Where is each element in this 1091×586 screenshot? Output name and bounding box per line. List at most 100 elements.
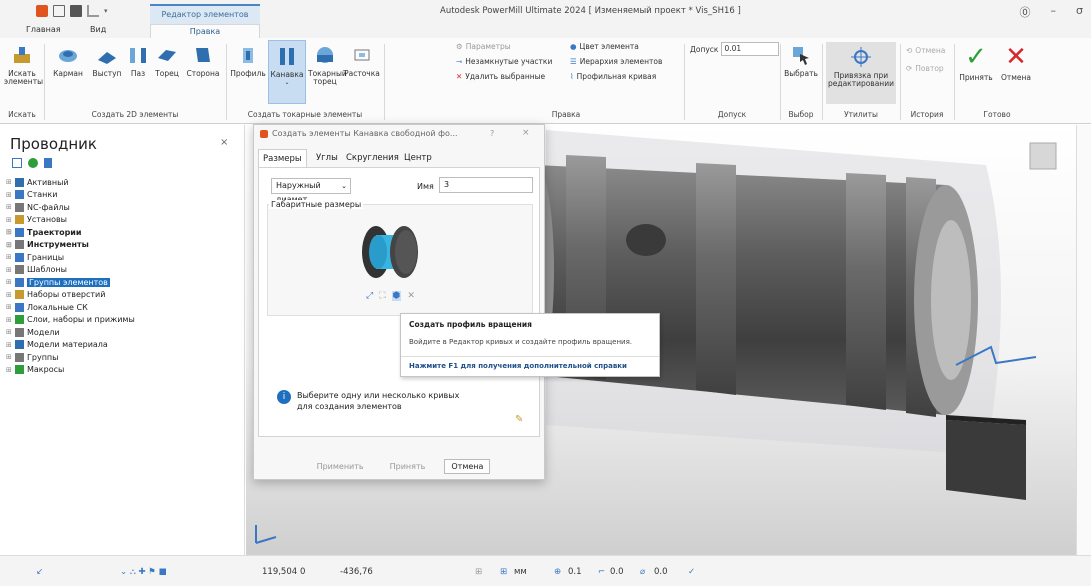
accept-button[interactable]: Принять bbox=[383, 459, 433, 474]
redo-button[interactable]: ⟳ Повтор bbox=[906, 64, 944, 73]
tab-angles[interactable]: Углы bbox=[312, 149, 342, 167]
expand-icon[interactable]: ⊞ bbox=[6, 191, 12, 199]
dialog-close-button[interactable]: × bbox=[522, 128, 530, 138]
dialog-help-button[interactable]: ? bbox=[490, 129, 494, 138]
minimize-button[interactable]: – bbox=[1051, 4, 1057, 20]
find-elements-button[interactable]: Искать элементы bbox=[4, 44, 43, 86]
tree-item[interactable]: ⊞ Установы bbox=[6, 214, 67, 226]
expand-icon[interactable]: ⊞ bbox=[6, 216, 12, 224]
expand-icon[interactable]: ⊞ bbox=[6, 291, 12, 299]
parameters-button[interactable]: ⚙ Параметры bbox=[456, 42, 511, 51]
tab-fillets[interactable]: Скругления bbox=[342, 149, 403, 167]
pocket-button[interactable]: Карман bbox=[48, 44, 88, 78]
restore-button[interactable]: σ bbox=[1076, 4, 1083, 20]
trash-icon[interactable] bbox=[44, 158, 52, 168]
cancel-button[interactable]: Отмена bbox=[444, 459, 491, 474]
groove-dropdown-icon[interactable]: ⌄ bbox=[269, 79, 305, 87]
expand-icon[interactable]: ⊞ bbox=[6, 266, 12, 274]
tree-item[interactable]: ⊞ Группы элементов bbox=[6, 276, 110, 288]
tree-item[interactable]: ⊞ Локальные СК bbox=[6, 301, 88, 313]
groove-type-select[interactable]: Наружный диамет ⌄ bbox=[271, 178, 351, 204]
tree-item[interactable]: ⊞ Инструменты bbox=[6, 239, 89, 251]
chart-icon[interactable] bbox=[87, 5, 99, 17]
face-button[interactable]: Торец bbox=[152, 44, 182, 78]
tree-view-icon[interactable] bbox=[12, 158, 22, 168]
grid-icon[interactable]: ⊞ bbox=[475, 567, 482, 577]
pencil-icon[interactable]: ✎ bbox=[515, 414, 523, 425]
app-logo-icon[interactable] bbox=[36, 5, 48, 17]
expand-icon[interactable]: ⊞ bbox=[6, 328, 12, 336]
tab-edit[interactable]: Правка bbox=[150, 24, 260, 38]
element-color-button[interactable]: ● Цвет элемента bbox=[570, 42, 639, 51]
create-revolve-profile-icon[interactable]: ⬢ bbox=[391, 291, 402, 301]
tree-item[interactable]: ⊞ Активный bbox=[6, 176, 69, 188]
pointer-icon[interactable]: ↙ bbox=[36, 567, 43, 577]
stock-value[interactable]: 0.0 bbox=[610, 567, 624, 577]
rotate-view-icon[interactable]: ⤢ bbox=[366, 291, 373, 301]
tree-item[interactable]: ⊞ Модели материала bbox=[6, 339, 108, 351]
groove-button[interactable]: Канавка ⌄ bbox=[268, 40, 306, 104]
tab-dimensions[interactable]: Размеры bbox=[258, 149, 307, 167]
name-input[interactable]: 3 bbox=[439, 177, 533, 193]
qat-dropdown-icon[interactable]: ▾ bbox=[104, 7, 108, 15]
expand-icon[interactable]: ⊞ bbox=[6, 241, 12, 249]
tree-item[interactable]: ⊞ NC-файлы bbox=[6, 201, 70, 213]
check-status-icon[interactable]: ✓ bbox=[688, 567, 695, 577]
expand-icon[interactable]: ⊞ bbox=[6, 253, 12, 261]
info-line-2: для создания элементов bbox=[297, 402, 402, 411]
globe-icon[interactable] bbox=[28, 158, 38, 168]
accept-ribbon-button[interactable]: ✓ Принять bbox=[958, 44, 994, 82]
tree-item[interactable]: ⊞ Группы bbox=[6, 351, 58, 363]
tree-item[interactable]: ⊞ Макросы bbox=[6, 364, 64, 376]
snap-editing-button[interactable]: Привязка при редактировании bbox=[826, 42, 896, 104]
open-icon[interactable] bbox=[53, 5, 65, 17]
tolerance-value[interactable]: 0.1 bbox=[568, 567, 582, 577]
apply-button[interactable]: Применить bbox=[310, 459, 371, 474]
tolerance-input[interactable]: 0.01 bbox=[721, 42, 780, 56]
boss-button[interactable]: Выступ bbox=[90, 44, 124, 78]
expand-icon[interactable]: ⊞ bbox=[6, 228, 12, 236]
expand-icon[interactable]: ⊞ bbox=[6, 316, 12, 324]
undo-button[interactable]: ⟲ Отмена bbox=[906, 46, 945, 55]
side-button[interactable]: Сторона bbox=[184, 44, 222, 78]
units-value[interactable]: мм bbox=[514, 567, 527, 577]
bore-button[interactable]: Расточка bbox=[344, 44, 380, 78]
tooltip-body: Войдите в Редактор кривых и создайте про… bbox=[409, 338, 633, 346]
tree-item[interactable]: ⊞ Траектории bbox=[6, 226, 82, 238]
profile-curve-button[interactable]: ⌇ Профильная кривая bbox=[570, 72, 656, 81]
unclosed-segments-button[interactable]: ⊸ Незамкнутые участки bbox=[456, 57, 552, 66]
tree-item[interactable]: ⊞ Модели bbox=[6, 326, 60, 338]
context-tab-element-editor[interactable]: Редактор элементов bbox=[150, 4, 260, 24]
diameter-value[interactable]: 0.0 bbox=[654, 567, 668, 577]
tree-item[interactable]: ⊞ Наборы отверстий bbox=[6, 289, 105, 301]
tree-item[interactable]: ⊞ Границы bbox=[6, 251, 64, 263]
expand-icon[interactable]: ⊞ bbox=[6, 366, 12, 374]
expand-icon[interactable]: ⊞ bbox=[6, 278, 12, 286]
tree-item[interactable]: ⊞ Станки bbox=[6, 189, 57, 201]
expand-icon[interactable]: ⊞ bbox=[6, 303, 12, 311]
expand-icon[interactable]: ⊞ bbox=[6, 353, 12, 361]
profile-button[interactable]: Профиль bbox=[230, 44, 266, 78]
tree-item[interactable]: ⊞ Слои, наборы и прижимы bbox=[6, 314, 135, 326]
explorer-close-button[interactable]: × bbox=[220, 137, 228, 148]
delete-curve-icon[interactable]: ✕ bbox=[407, 291, 415, 301]
expand-icon[interactable]: ⊞ bbox=[6, 203, 12, 211]
tab-home[interactable]: Главная bbox=[26, 25, 61, 34]
tolerance-icon: ⊕ bbox=[554, 567, 562, 577]
delete-selected-button[interactable]: ✕ Удалить выбранные bbox=[456, 72, 545, 81]
help-circle-icon[interactable]: ⓪ bbox=[1020, 4, 1031, 20]
fit-view-icon[interactable]: ⛶ bbox=[379, 291, 385, 301]
expand-icon[interactable]: ⊞ bbox=[6, 341, 12, 349]
cancel-ribbon-button[interactable]: ✕ Отмена bbox=[996, 44, 1036, 82]
cross-icon: ✕ bbox=[1005, 42, 1027, 72]
status-tools-icon[interactable]: ⌄ ⛬ ✚ ⚑ ■ bbox=[120, 567, 167, 577]
expand-icon[interactable]: ⊞ bbox=[6, 178, 12, 186]
tree-item[interactable]: ⊞ Шаблоны bbox=[6, 264, 67, 276]
turning-face-button[interactable]: Токарный торец bbox=[308, 44, 347, 86]
tab-center[interactable]: Центр bbox=[400, 149, 436, 167]
save-icon[interactable] bbox=[70, 5, 82, 17]
tab-view[interactable]: Вид bbox=[90, 25, 106, 34]
element-hierarchy-button[interactable]: ☰ Иерархия элементов bbox=[570, 57, 662, 66]
select-button[interactable]: Выбрать bbox=[784, 44, 818, 78]
slot-button[interactable]: Паз bbox=[126, 44, 150, 78]
